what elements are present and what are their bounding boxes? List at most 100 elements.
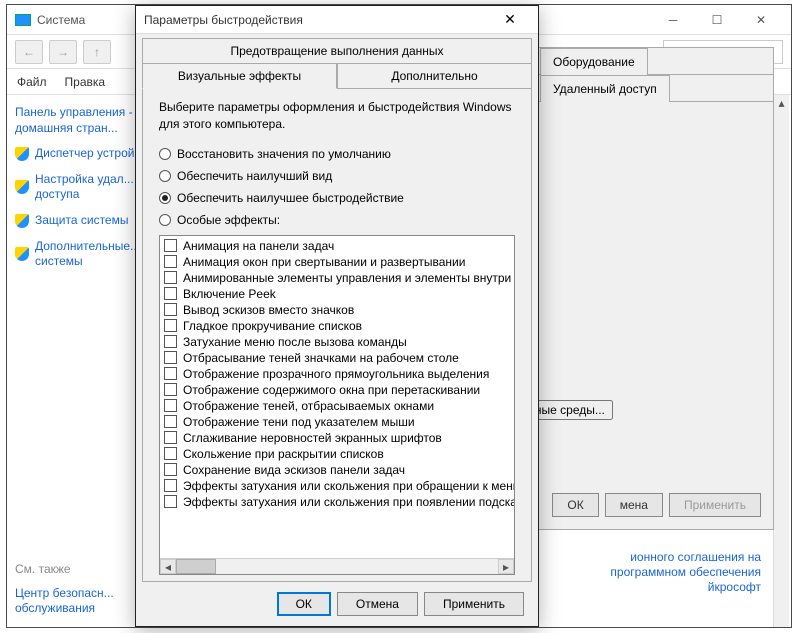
effect-label: Отображение прозрачного прямоугольника в… [183, 367, 489, 381]
effect-item[interactable]: Сохранение вида эскизов панели задач [162, 462, 512, 478]
system-scrollbar[interactable]: ▴ [773, 95, 789, 627]
effect-item[interactable]: Скольжение при раскрытии списков [162, 446, 512, 462]
perf-cancel-button[interactable]: Отмена [337, 592, 418, 616]
checkbox-icon[interactable] [164, 335, 177, 348]
perf-title: Параметры быстродействия [144, 13, 303, 27]
checkbox-icon[interactable] [164, 479, 177, 492]
effect-label: Вывод эскизов вместо значков [183, 303, 354, 317]
checkbox-icon[interactable] [164, 239, 177, 252]
effect-label: Гладкое прокручивание списков [183, 319, 362, 333]
effect-item[interactable]: Включение Peek [162, 286, 512, 302]
effect-item[interactable]: Отбрасывание теней значками на рабочем с… [162, 350, 512, 366]
effect-label: Анимированные элементы управления и элем… [183, 271, 514, 285]
shield-icon [15, 247, 29, 261]
shield-icon [15, 180, 29, 194]
effect-item[interactable]: Анимированные элементы управления и элем… [162, 270, 512, 286]
effect-label: Эффекты затухания или скольжения при поя… [183, 495, 514, 509]
tab-visual-effects[interactable]: Визуальные эффекты [142, 64, 337, 89]
checkbox-icon[interactable] [164, 399, 177, 412]
effect-label: Отображение теней, отбрасываемых окнами [183, 399, 434, 413]
effect-label: Анимация на панели задач [183, 239, 334, 253]
effect-item[interactable]: Отображение прозрачного прямоугольника в… [162, 366, 512, 382]
checkbox-icon[interactable] [164, 431, 177, 444]
shield-icon [15, 147, 29, 161]
scroll-left-icon[interactable]: ◂ [160, 559, 176, 574]
menu-file[interactable]: Файл [17, 75, 47, 89]
tab-remote-access[interactable]: Удаленный доступ [540, 75, 670, 102]
system-title: Система [37, 13, 85, 27]
minimize-button[interactable]: ─ [651, 6, 695, 34]
effect-label: Затухание меню после вызова команды [183, 335, 407, 349]
perf-apply-button[interactable]: Применить [424, 592, 524, 616]
subdialog-cancel-button[interactable]: мена [605, 493, 663, 517]
performance-options-dialog: Параметры быстродействия ✕ Предотвращени… [135, 5, 539, 627]
effect-label: Отбрасывание теней значками на рабочем с… [183, 351, 459, 365]
effect-item[interactable]: Гладкое прокручивание списков [162, 318, 512, 334]
radio-restore-defaults[interactable]: Восстановить значения по умолчанию [159, 147, 515, 161]
checkbox-icon[interactable] [164, 271, 177, 284]
perf-description: Выберите параметры оформления и быстроде… [159, 99, 515, 133]
checkbox-icon[interactable] [164, 303, 177, 316]
effect-item[interactable]: Вывод эскизов вместо значков [162, 302, 512, 318]
license-link-2[interactable]: программном обеспечения [610, 565, 761, 579]
close-button[interactable]: ✕ [739, 6, 783, 34]
menu-edit[interactable]: Правка [65, 75, 106, 89]
effect-label: Эффекты затухания или скольжения при обр… [183, 479, 514, 493]
perf-ok-button[interactable]: ОК [277, 592, 331, 616]
effect-item[interactable]: Эффекты затухания или скольжения при обр… [162, 478, 512, 494]
effect-item[interactable]: Отображение содержимого окна при перетас… [162, 382, 512, 398]
shield-icon [15, 214, 29, 228]
license-link-3[interactable]: йкрософт [708, 580, 761, 594]
effect-item[interactable]: Отображение теней, отбрасываемых окнами [162, 398, 512, 414]
effect-item[interactable]: Отображение тени под указателем мыши [162, 414, 512, 430]
perf-titlebar: Параметры быстродействия ✕ [136, 6, 538, 34]
system-icon [15, 14, 31, 26]
radio-best-appearance[interactable]: Обеспечить наилучший вид [159, 169, 515, 183]
effect-item[interactable]: Эффекты затухания или скольжения при поя… [162, 494, 512, 510]
effects-list[interactable]: Анимация на панели задач Анимация окон пр… [160, 236, 514, 558]
maximize-button[interactable]: ☐ [695, 6, 739, 34]
checkbox-icon[interactable] [164, 415, 177, 428]
checkbox-icon[interactable] [164, 255, 177, 268]
effect-item[interactable]: Анимация на панели задач [162, 238, 512, 254]
nav-back-button[interactable]: ← [15, 40, 43, 64]
scroll-thumb[interactable] [176, 559, 216, 574]
radio-icon [159, 170, 171, 182]
checkbox-icon[interactable] [164, 447, 177, 460]
subdialog-ok-button[interactable]: ОК [552, 493, 598, 517]
effect-item[interactable]: Затухание меню после вызова команды [162, 334, 512, 350]
checkbox-icon[interactable] [164, 351, 177, 364]
effects-hscrollbar[interactable]: ◂ ▸ [160, 558, 514, 574]
nav-up-button[interactable]: ↑ [83, 40, 111, 64]
radio-icon [159, 148, 171, 160]
tab-dep[interactable]: Предотвращение выполнения данных [142, 38, 532, 64]
checkbox-icon[interactable] [164, 287, 177, 300]
nav-forward-button[interactable]: → [49, 40, 77, 64]
checkbox-icon[interactable] [164, 463, 177, 476]
effect-label: Сохранение вида эскизов панели задач [183, 463, 405, 477]
tab-hardware[interactable]: Оборудование [540, 48, 648, 75]
radio-custom[interactable]: Особые эффекты: [159, 213, 515, 227]
effect-label: Скольжение при раскрытии списков [183, 447, 384, 461]
effect-label: Включение Peek [183, 287, 276, 301]
checkbox-icon[interactable] [164, 383, 177, 396]
effect-label: Отображение тени под указателем мыши [183, 415, 415, 429]
checkbox-icon[interactable] [164, 367, 177, 380]
effect-label: Сглаживание неровностей экранных шрифтов [183, 431, 442, 445]
checkbox-icon[interactable] [164, 495, 177, 508]
perf-close-button[interactable]: ✕ [490, 7, 530, 33]
tab-advanced[interactable]: Дополнительно [337, 64, 532, 89]
effect-item[interactable]: Сглаживание неровностей экранных шрифтов [162, 430, 512, 446]
effects-listbox: Анимация на панели задач Анимация окон пр… [159, 235, 515, 575]
radio-icon [159, 214, 171, 226]
subdialog-apply-button[interactable]: Применить [669, 493, 761, 517]
radio-best-performance[interactable]: Обеспечить наилучшее быстродействие [159, 191, 515, 205]
radio-icon [159, 192, 171, 204]
effect-label: Отображение содержимого окна при перетас… [183, 383, 480, 397]
scroll-right-icon[interactable]: ▸ [498, 559, 514, 574]
scroll-up-icon[interactable]: ▴ [774, 95, 789, 111]
checkbox-icon[interactable] [164, 319, 177, 332]
effect-item[interactable]: Анимация окон при свертывании и разверты… [162, 254, 512, 270]
effect-label: Анимация окон при свертывании и разверты… [183, 255, 465, 269]
license-link-1[interactable]: ионного соглашения на [630, 550, 761, 564]
